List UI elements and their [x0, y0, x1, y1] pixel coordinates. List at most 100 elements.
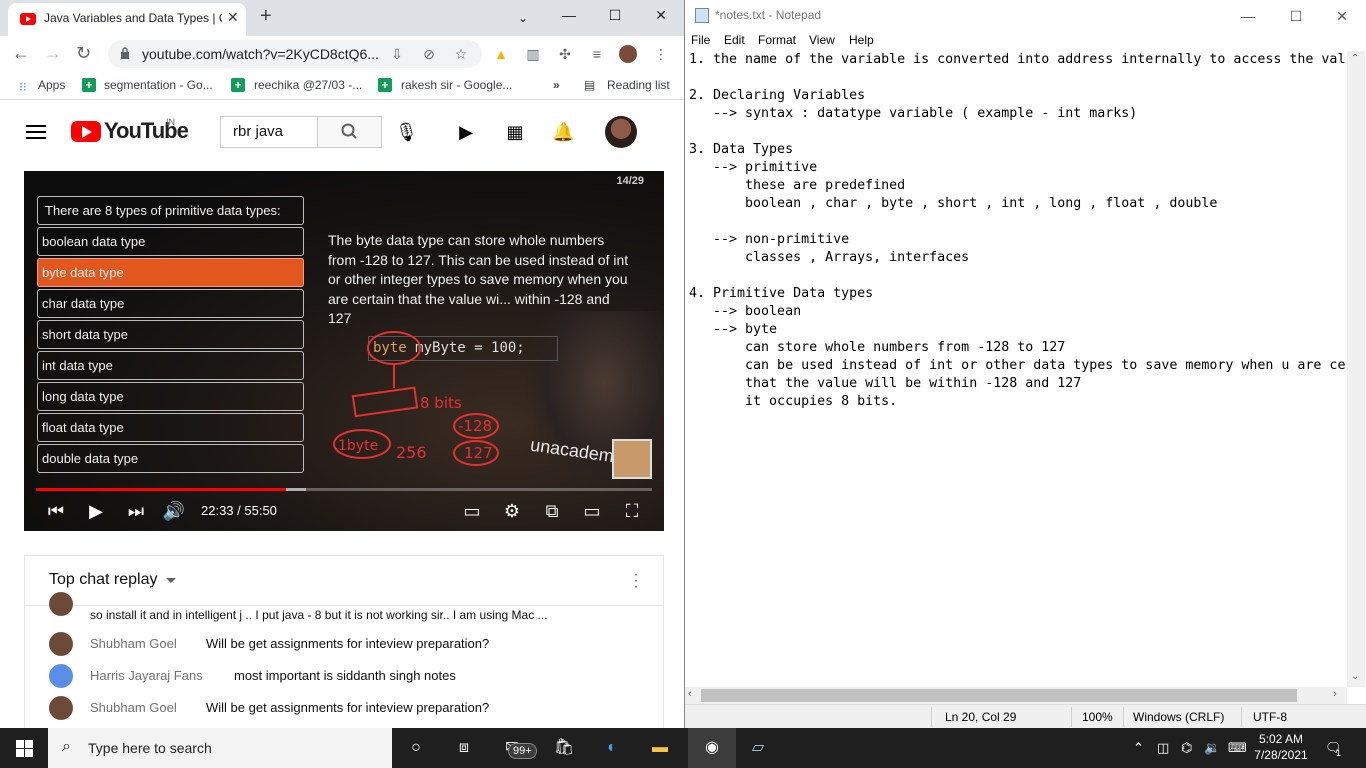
channel-watermark-icon[interactable]: [612, 439, 652, 479]
cortana-icon[interactable]: ○: [404, 736, 428, 760]
chat-title[interactable]: Top chat replay: [49, 571, 158, 589]
scroll-up-icon[interactable]: ⌃: [1351, 53, 1359, 64]
data-type-item: short data type: [37, 320, 304, 349]
play-icon[interactable]: ▶: [84, 500, 108, 522]
notifications-bell-icon[interactable]: 🔔: [552, 121, 574, 143]
vertical-scrollbar[interactable]: ⌃ ⌄: [1347, 51, 1365, 687]
volume-icon[interactable]: 🔊: [162, 500, 186, 522]
reading-list-button[interactable]: Reading list: [607, 78, 670, 92]
search-placeholder: Type here to search: [88, 740, 212, 756]
address-bar[interactable]: youtube.com/watch?v=2KyCD8ctQ6... ⇩ ⊘ ☆: [108, 40, 482, 68]
chrome-taskbar-icon[interactable]: ◉: [688, 728, 736, 768]
annotation-bits: 8 bits: [420, 394, 462, 412]
browser-tab[interactable]: Java Variables and Data Types | C ✕: [8, 3, 246, 36]
close-window-button[interactable]: ✕: [1319, 3, 1365, 29]
text-editor[interactable]: 1. the name of the variable is converted…: [687, 51, 1346, 687]
next-icon[interactable]: ⏭: [124, 500, 148, 522]
maximize-button[interactable]: ☐: [1273, 3, 1319, 29]
language-icon[interactable]: ⌨: [1228, 740, 1247, 756]
taskbar-search[interactable]: ⌕ Type here to search: [48, 728, 392, 768]
scroll-right-icon[interactable]: ›: [1333, 688, 1337, 700]
chat-author[interactable]: Shubham Goel: [90, 700, 177, 715]
maximize-button[interactable]: ☐: [592, 0, 638, 30]
youtube-logo-icon[interactable]: [71, 121, 101, 142]
network-icon[interactable]: ⌬: [1181, 740, 1192, 756]
notepad-taskbar-icon[interactable]: ▱: [746, 736, 770, 760]
profile-avatar-icon[interactable]: [619, 45, 637, 63]
forward-arrow-icon[interactable]: →: [44, 43, 62, 64]
more-options-icon[interactable]: · · ·: [629, 567, 643, 595]
search-input[interactable]: rbr java: [220, 116, 318, 148]
bookmark-rakesh[interactable]: rakesh sir - Google...: [401, 78, 512, 92]
clock-time: 5:02 AM: [1258, 732, 1304, 746]
fullscreen-icon[interactable]: ⛶: [620, 500, 644, 522]
minimize-button[interactable]: —: [546, 0, 592, 30]
video-player[interactable]: 14/29 There are 8 types of primitive dat…: [24, 171, 664, 531]
account-avatar[interactable]: [605, 116, 637, 148]
drive-extension-icon[interactable]: ▲: [492, 45, 510, 63]
back-arrow-icon[interactable]: ←: [12, 43, 30, 64]
miniplayer-icon[interactable]: ⧉: [540, 500, 564, 522]
edge-icon[interactable]: ◐: [600, 736, 624, 760]
clock[interactable]: 5:02 AM 7/28/2021: [1252, 731, 1310, 763]
analytics-extension-icon[interactable]: ▥: [524, 45, 542, 63]
show-hidden-icons-icon[interactable]: ⌃: [1133, 740, 1144, 756]
progress-bar[interactable]: [36, 488, 652, 491]
data-type-item: boolean data type: [37, 227, 304, 256]
taskbar: ⌕ Type here to search ○ ⧈ ✉ 99+ 🛍 ◐ ▬ ◉ …: [0, 728, 1366, 768]
extensions-puzzle-icon[interactable]: ✣: [556, 45, 574, 63]
reload-icon[interactable]: ↻: [76, 43, 91, 64]
more-menu-icon[interactable]: ⋮: [652, 45, 670, 63]
menu-view[interactable]: View: [809, 33, 835, 47]
chat-message: Harris Jayaraj Fans most important is si…: [49, 660, 649, 692]
chevron-down-icon[interactable]: [166, 578, 176, 583]
data-type-item: double data type: [37, 444, 304, 473]
bookmark-apps[interactable]: Apps: [38, 78, 65, 92]
menu-file[interactable]: File: [691, 33, 710, 47]
menu-help[interactable]: Help: [849, 33, 874, 47]
menu-edit[interactable]: Edit: [724, 33, 745, 47]
eye-off-icon[interactable]: ⊘: [420, 45, 438, 63]
subtitles-icon[interactable]: ▭: [460, 500, 484, 522]
minimize-button[interactable]: —: [1225, 3, 1271, 29]
apps-grid-icon[interactable]: ▦: [504, 121, 526, 143]
scroll-down-icon[interactable]: ⌄: [1351, 671, 1359, 682]
menu-format[interactable]: Format: [758, 33, 796, 47]
previous-icon[interactable]: ⏮: [44, 500, 68, 522]
scrollbar-thumb[interactable]: [701, 689, 1297, 702]
meet-now-icon[interactable]: ◫: [1157, 740, 1169, 756]
new-tab-button[interactable]: +: [260, 5, 272, 28]
microphone-icon[interactable]: 🎙: [395, 121, 418, 143]
scroll-left-icon[interactable]: ‹: [688, 688, 692, 700]
chat-message: Shubham Goel Will be get assignments for…: [49, 628, 649, 660]
media-controls-icon[interactable]: ≡: [588, 45, 606, 63]
chat-author[interactable]: Harris Jayaraj Fans: [90, 668, 203, 683]
search-button[interactable]: [317, 116, 382, 148]
tab-search-icon[interactable]: ⌄: [500, 3, 546, 33]
bookmark-star-icon[interactable]: ☆: [452, 45, 470, 63]
bookmark-segmentation[interactable]: segmentation - Go...: [104, 78, 213, 92]
windows-start-icon[interactable]: [16, 740, 33, 757]
mail-badge: 99+: [508, 743, 537, 759]
youtube-wordmark[interactable]: YouTube: [104, 118, 189, 144]
chat-author[interactable]: Shubham Goel: [90, 636, 177, 651]
install-icon[interactable]: ⇩: [388, 45, 406, 63]
task-view-icon[interactable]: ⧈: [452, 736, 476, 760]
lock-icon: [121, 47, 129, 59]
store-icon[interactable]: 🛍: [552, 736, 576, 760]
hamburger-menu-icon[interactable]: [26, 125, 46, 139]
tab-close-icon[interactable]: ✕: [227, 9, 239, 26]
volume-icon[interactable]: 🔉: [1204, 740, 1220, 756]
close-window-button[interactable]: ✕: [638, 0, 684, 30]
annotation-byte: 1byte: [338, 438, 378, 454]
notepad-icon: [695, 8, 709, 23]
bookmark-reechika[interactable]: reechika @27/03 -...: [254, 78, 362, 92]
horizontal-scrollbar[interactable]: ‹ ›: [685, 687, 1347, 704]
theater-mode-icon[interactable]: ▭: [580, 500, 604, 522]
line-ending: Windows (CRLF): [1133, 710, 1225, 724]
settings-gear-icon[interactable]: ⚙: [500, 500, 524, 522]
create-video-icon[interactable]: ▶: [455, 121, 477, 143]
bookmarks-overflow-icon[interactable]: »: [553, 78, 560, 92]
sheets-icon: +: [82, 78, 96, 92]
file-explorer-icon[interactable]: ▬: [648, 736, 672, 760]
